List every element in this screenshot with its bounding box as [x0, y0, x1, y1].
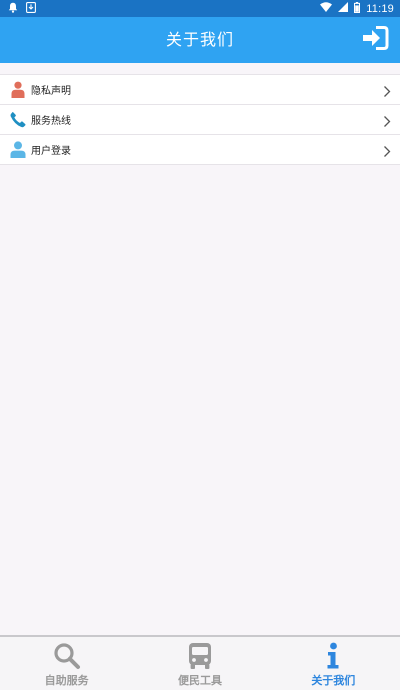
menu-item-label: 用户登录	[31, 146, 71, 157]
menu-item-user-login[interactable]: 用户登录	[0, 135, 400, 165]
status-time: 11:19	[366, 2, 394, 15]
tab-convenience-tools[interactable]: 便民工具	[133, 637, 266, 690]
tab-label: 关于我们	[311, 674, 356, 687]
wifi-icon	[320, 2, 333, 15]
app-bar: 关于我们	[0, 17, 400, 63]
person-icon	[10, 81, 26, 99]
menu-item-privacy[interactable]: 隐私声明	[0, 75, 400, 105]
bus-icon	[185, 641, 215, 671]
notification-bell-icon	[8, 2, 18, 16]
status-bar: 11:19	[0, 0, 400, 17]
search-icon	[52, 641, 82, 671]
signal-icon	[338, 2, 349, 15]
user-icon	[10, 141, 26, 159]
login-button[interactable]	[362, 26, 390, 54]
phone-icon	[10, 111, 26, 129]
download-icon	[26, 1, 36, 16]
info-icon	[318, 641, 348, 671]
chevron-right-icon	[383, 83, 391, 97]
login-icon	[363, 26, 389, 54]
tab-label: 自助服务	[44, 674, 89, 687]
tab-label: 便民工具	[177, 674, 222, 687]
battery-icon	[354, 1, 361, 16]
screen: 11:19 关于我们 隐私声明 服务热线 用户登录 自助服务 便民工具 关于我们	[0, 0, 400, 690]
tab-self-service[interactable]: 自助服务	[0, 637, 133, 690]
menu-list: 隐私声明 服务热线 用户登录	[0, 74, 400, 165]
status-right: 11:19	[320, 1, 394, 16]
chevron-right-icon	[383, 113, 391, 127]
menu-item-label: 服务热线	[31, 116, 71, 127]
chevron-right-icon	[383, 143, 391, 157]
menu-item-label: 隐私声明	[31, 86, 71, 97]
bottom-nav: 自助服务 便民工具 关于我们	[0, 635, 400, 690]
page-title: 关于我们	[165, 30, 234, 49]
status-left	[8, 1, 36, 16]
menu-item-hotline[interactable]: 服务热线	[0, 105, 400, 135]
tab-about-us[interactable]: 关于我们	[267, 637, 400, 690]
